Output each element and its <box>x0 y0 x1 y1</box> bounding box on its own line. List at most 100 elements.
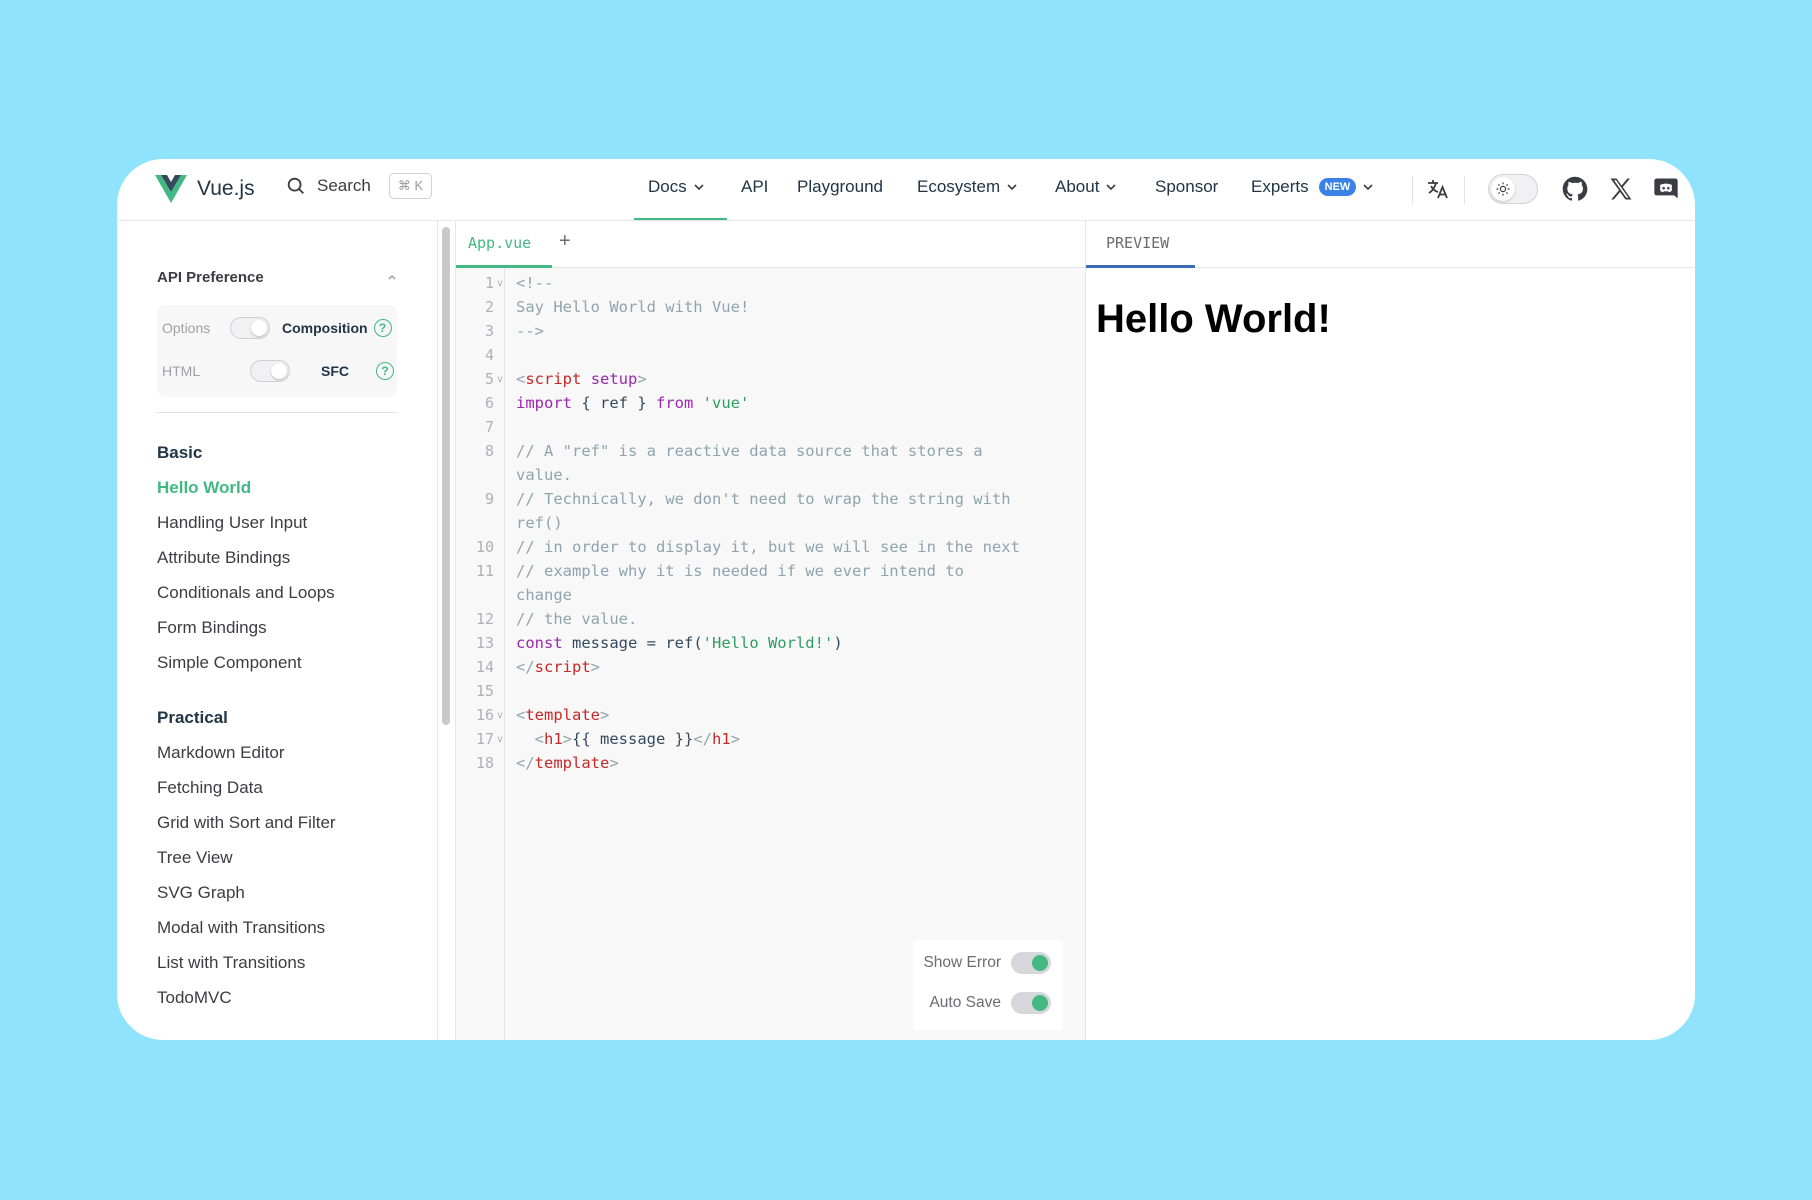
code-token: { ref } <box>572 394 656 412</box>
auto-save-option[interactable]: Auto Save <box>929 992 1051 1014</box>
code-line: import { ref } from 'vue' <box>516 394 749 412</box>
line-number: 6 <box>484 394 494 412</box>
vue-logo-icon[interactable] <box>155 175 187 203</box>
sidebar-item-grid-with-sort-and-filter[interactable]: Grid with Sort and Filter <box>157 813 336 833</box>
chevron-up-icon[interactable] <box>386 271 398 283</box>
code-line: </script> <box>516 658 600 676</box>
line-number: 14 <box>475 658 494 676</box>
add-file-button[interactable]: + <box>559 230 571 253</box>
code-token: from <box>656 394 694 412</box>
search-button[interactable]: Search ⌘ K <box>285 173 433 199</box>
tab-preview[interactable]: PREVIEW <box>1106 234 1169 252</box>
code-token: </ <box>693 730 713 748</box>
sidebar-item-hello-world[interactable]: Hello World <box>157 478 251 498</box>
menu-docs[interactable]: Docs <box>648 177 705 197</box>
sidebar-item-svg-graph[interactable]: SVG Graph <box>157 883 245 903</box>
code-line: const message = ref('Hello World!') <box>516 634 843 652</box>
api-style-switch[interactable] <box>230 317 270 339</box>
code-token: value. <box>516 466 572 484</box>
fold-marker[interactable]: v <box>497 374 503 385</box>
show-error-toggle[interactable] <box>1011 952 1051 974</box>
sun-icon <box>1496 182 1510 196</box>
menu-playground-label: Playground <box>797 177 884 196</box>
fold-marker[interactable]: v <box>497 278 503 289</box>
code-token: > <box>600 706 610 724</box>
brand-name[interactable]: Vue.js <box>197 177 255 201</box>
scrollbar-thumb[interactable] <box>442 227 450 725</box>
line-number: 2 <box>484 298 494 316</box>
gutter-border <box>504 268 505 1040</box>
code-editor[interactable]: App.vue + 1 2 3 4 5 6 7 8 9 10 11 12 13 … <box>456 221 1085 1040</box>
menu-ecosystem-label: Ecosystem <box>917 177 1001 196</box>
line-number: 12 <box>475 610 494 628</box>
code-line: // example why it is needed if we ever i… <box>516 562 964 580</box>
code-token: > <box>730 730 741 748</box>
menu-about[interactable]: About <box>1055 177 1117 197</box>
theme-toggle[interactable] <box>1488 174 1538 204</box>
code-token: </ <box>516 658 535 676</box>
auto-save-toggle[interactable] <box>1011 992 1051 1014</box>
help-icon[interactable]: ? <box>373 319 392 337</box>
menu-sponsor[interactable]: Sponsor <box>1155 177 1218 197</box>
line-number: 10 <box>475 538 494 556</box>
editor-tabbar: App.vue + <box>456 221 1085 268</box>
code-token: > <box>609 754 619 772</box>
code-token: template <box>525 706 600 724</box>
code-token: // A "ref" is a reactive data source tha… <box>516 442 983 460</box>
auto-save-label: Auto Save <box>929 994 1001 1011</box>
search-label: Search <box>317 176 371 195</box>
sidebar-item-list-with-transitions[interactable]: List with Transitions <box>157 953 305 973</box>
code-token: message = ref( <box>562 634 703 652</box>
code-token: Say Hello World with Vue! <box>516 298 750 316</box>
sidebar-item-conditionals-and-loops[interactable]: Conditionals and Loops <box>157 583 335 603</box>
editor-options-panel: Show Error Auto Save <box>913 940 1063 1030</box>
tab-app-vue[interactable]: App.vue <box>468 234 531 252</box>
code-token: setup <box>590 370 638 388</box>
menu-experts[interactable]: Experts NEW <box>1251 177 1374 197</box>
api-preference-title[interactable]: API Preference <box>157 269 264 286</box>
sidebar-item-form-bindings[interactable]: Form Bindings <box>157 618 267 638</box>
sfc-switch[interactable] <box>250 360 290 382</box>
sidebar-item-markdown-editor[interactable]: Markdown Editor <box>157 743 285 763</box>
fold-marker[interactable]: v <box>497 710 503 721</box>
code-token: < <box>516 730 544 748</box>
sidebar-item-fetching-data[interactable]: Fetching Data <box>157 778 263 798</box>
discord-icon[interactable] <box>1652 175 1680 203</box>
translate-icon[interactable] <box>1424 175 1452 203</box>
menu-playground[interactable]: Playground <box>797 177 883 197</box>
github-icon[interactable] <box>1561 175 1589 203</box>
help-icon[interactable]: ? <box>376 362 394 380</box>
x-twitter-icon[interactable] <box>1607 175 1635 203</box>
group-title-basic: Basic <box>157 443 203 462</box>
code-token: // the value. <box>516 610 638 628</box>
sidebar-item-simple-component[interactable]: Simple Component <box>157 653 302 673</box>
code-token: ) <box>833 634 843 652</box>
code-token: // in order to display it, but we will s… <box>516 538 1020 556</box>
menu-ecosystem[interactable]: Ecosystem <box>917 177 1018 197</box>
sidebar-item-modal-with-transitions[interactable]: Modal with Transitions <box>157 918 325 938</box>
code-token: ref() <box>516 514 563 532</box>
code-line: // in order to display it, but we will s… <box>516 538 1020 556</box>
line-number: 4 <box>484 346 494 364</box>
sidebar-item-attribute-bindings[interactable]: Attribute Bindings <box>157 548 290 568</box>
sidebar-border <box>437 221 438 1040</box>
sidebar-item-tree-view[interactable]: Tree View <box>157 848 233 868</box>
preview-pane: PREVIEW Hello World! <box>1086 221 1695 1040</box>
show-error-option[interactable]: Show Error <box>923 952 1051 974</box>
fold-marker[interactable]: v <box>497 734 503 745</box>
menu-api[interactable]: API <box>741 177 768 197</box>
active-tab-underline <box>1086 265 1195 268</box>
menu-about-label: About <box>1055 177 1100 196</box>
sidebar-item-todomvc[interactable]: TodoMVC <box>157 988 232 1008</box>
code-token: > <box>590 658 601 676</box>
line-number: 5 <box>484 370 494 388</box>
code-line: // Technically, we don't need to wrap th… <box>516 490 1011 508</box>
sidebar-item-handling-user-input[interactable]: Handling User Input <box>157 513 307 533</box>
code-token: h1 <box>544 730 563 748</box>
composition-label: Composition <box>282 320 368 336</box>
search-icon <box>287 177 304 194</box>
code-token: {{ message }} <box>572 730 694 748</box>
code-token: // Technically, we don't need to wrap th… <box>516 490 1011 508</box>
line-number: 13 <box>475 634 494 652</box>
code-line: value. <box>516 466 572 484</box>
